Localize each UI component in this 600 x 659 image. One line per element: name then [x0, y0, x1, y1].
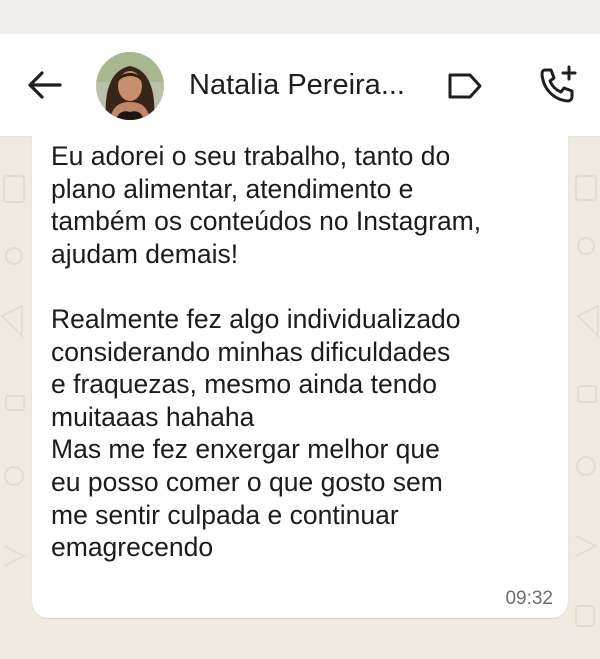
label-tag-icon[interactable]: [444, 68, 484, 104]
add-call-icon[interactable]: [536, 64, 578, 106]
message-text: Eu adorei o seu trabalho, tanto do plano…: [51, 141, 482, 563]
top-strip: [0, 0, 600, 34]
contact-name[interactable]: Natalia Pereira...: [189, 67, 429, 103]
message-bubble[interactable]: Eu adorei o seu trabalho, tanto do plano…: [32, 136, 568, 618]
avatar-photo: [96, 52, 164, 120]
back-arrow-icon[interactable]: [26, 66, 64, 104]
avatar[interactable]: [96, 52, 164, 120]
message-time: 09:32: [505, 588, 553, 609]
chat-header: Natalia Pereira...: [0, 34, 600, 137]
